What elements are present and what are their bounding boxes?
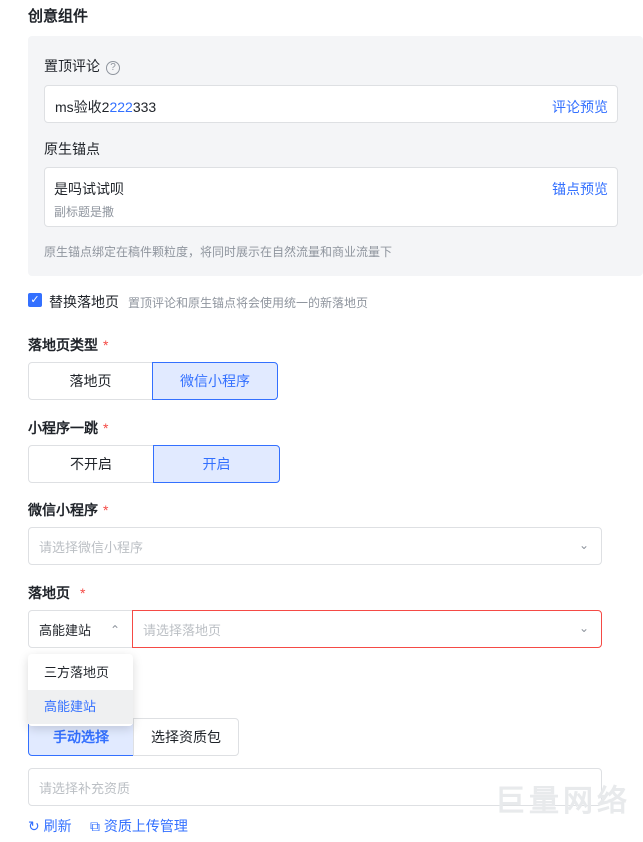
required-mark: * bbox=[80, 585, 86, 601]
chevron-up-icon: ⌃ bbox=[109, 623, 120, 637]
landing-type-option-landing[interactable]: 落地页 bbox=[28, 362, 153, 400]
mini-jump-option-on[interactable]: 开启 bbox=[153, 445, 280, 483]
pinned-comment-value-suffix: 333 bbox=[132, 99, 157, 115]
pinned-comment-field[interactable]: ms验收2222333 评论预览 bbox=[44, 85, 618, 123]
landing-source-select[interactable]: 高能建站 ⌃ bbox=[28, 610, 133, 648]
refresh-label: 刷新 bbox=[43, 818, 72, 834]
watermark: 巨量网络 bbox=[495, 785, 631, 818]
landing-page-select[interactable]: 请选择落地页 ⌄ bbox=[132, 610, 602, 648]
required-mark: * bbox=[103, 420, 109, 436]
wechat-mini-select[interactable]: 请选择微信小程序 ⌄ bbox=[28, 527, 602, 565]
landing-page-title-text: 落地页 bbox=[28, 585, 70, 601]
chevron-down-icon: ⌄ bbox=[578, 621, 589, 635]
mini-jump-title: 小程序一跳 * bbox=[28, 418, 108, 438]
native-anchor-subtitle: 副标题是撒 bbox=[54, 205, 115, 219]
pinned-comment-label: 置顶评论 bbox=[44, 58, 100, 74]
comment-preview-link[interactable]: 评论预览 bbox=[552, 97, 608, 117]
landing-page-placeholder: 请选择落地页 bbox=[143, 622, 222, 638]
mini-jump-option-off[interactable]: 不开启 bbox=[28, 445, 154, 483]
upload-management-label: 资质上传管理 bbox=[103, 818, 188, 834]
upload-management-link[interactable]: ⧉ 资质上传管理 bbox=[90, 816, 188, 836]
pinned-comment-value-highlight: 222 bbox=[109, 99, 133, 115]
landing-page-title: 落地页 * bbox=[28, 583, 85, 603]
replace-landing-label[interactable]: 替换落地页 bbox=[49, 292, 119, 312]
refresh-icon: ↻ bbox=[28, 818, 40, 834]
qualification-placeholder: 请选择补充资质 bbox=[39, 780, 131, 796]
landing-type-title: 落地页类型 * bbox=[28, 335, 108, 355]
pinned-comment-value-prefix: ms验收2 bbox=[55, 99, 110, 115]
mini-jump-title-text: 小程序一跳 bbox=[28, 420, 98, 436]
required-mark: * bbox=[103, 502, 109, 518]
native-anchor-note: 原生锚点绑定在稿件颗粒度，将同时展示在自然流量和商业流量下 bbox=[44, 245, 393, 259]
help-icon[interactable]: ? bbox=[106, 61, 120, 75]
landing-source-dropdown: 三方落地页 高能建站 bbox=[28, 654, 133, 726]
external-link-icon: ⧉ bbox=[90, 818, 100, 834]
anchor-preview-link[interactable]: 锚点预览 bbox=[552, 179, 608, 199]
chevron-down-icon: ⌄ bbox=[578, 538, 589, 552]
creative-panel bbox=[28, 36, 643, 276]
required-mark: * bbox=[103, 337, 109, 353]
replace-landing-checkbox[interactable]: ✓ bbox=[28, 293, 42, 307]
native-anchor-label: 原生锚点 bbox=[44, 141, 100, 157]
wechat-mini-placeholder: 请选择微信小程序 bbox=[39, 539, 144, 555]
pinned-comment-label-row: 置顶评论? bbox=[44, 56, 120, 76]
wechat-mini-title: 微信小程序 * bbox=[28, 500, 108, 520]
wechat-mini-title-text: 微信小程序 bbox=[28, 502, 98, 518]
replace-landing-desc: 置顶评论和原生锚点将会使用统一的新落地页 bbox=[128, 296, 369, 310]
pinned-comment-value: ms验收2222333 bbox=[55, 97, 156, 117]
landing-type-option-wechat[interactable]: 微信小程序 bbox=[152, 362, 278, 400]
dropdown-option-gaoneng[interactable]: 高能建站 bbox=[28, 690, 133, 724]
native-anchor-title: 是吗试试呗 bbox=[54, 181, 124, 197]
select-package-button[interactable]: 选择资质包 bbox=[133, 718, 239, 756]
landing-type-title-text: 落地页类型 bbox=[28, 337, 98, 353]
native-anchor-field[interactable]: 是吗试试呗 副标题是撒 锚点预览 bbox=[44, 167, 618, 227]
refresh-link[interactable]: ↻ 刷新 bbox=[28, 816, 72, 836]
section-title: 创意组件 bbox=[28, 8, 89, 25]
landing-source-value: 高能建站 bbox=[39, 622, 92, 638]
dropdown-option-third-party[interactable]: 三方落地页 bbox=[28, 656, 133, 690]
